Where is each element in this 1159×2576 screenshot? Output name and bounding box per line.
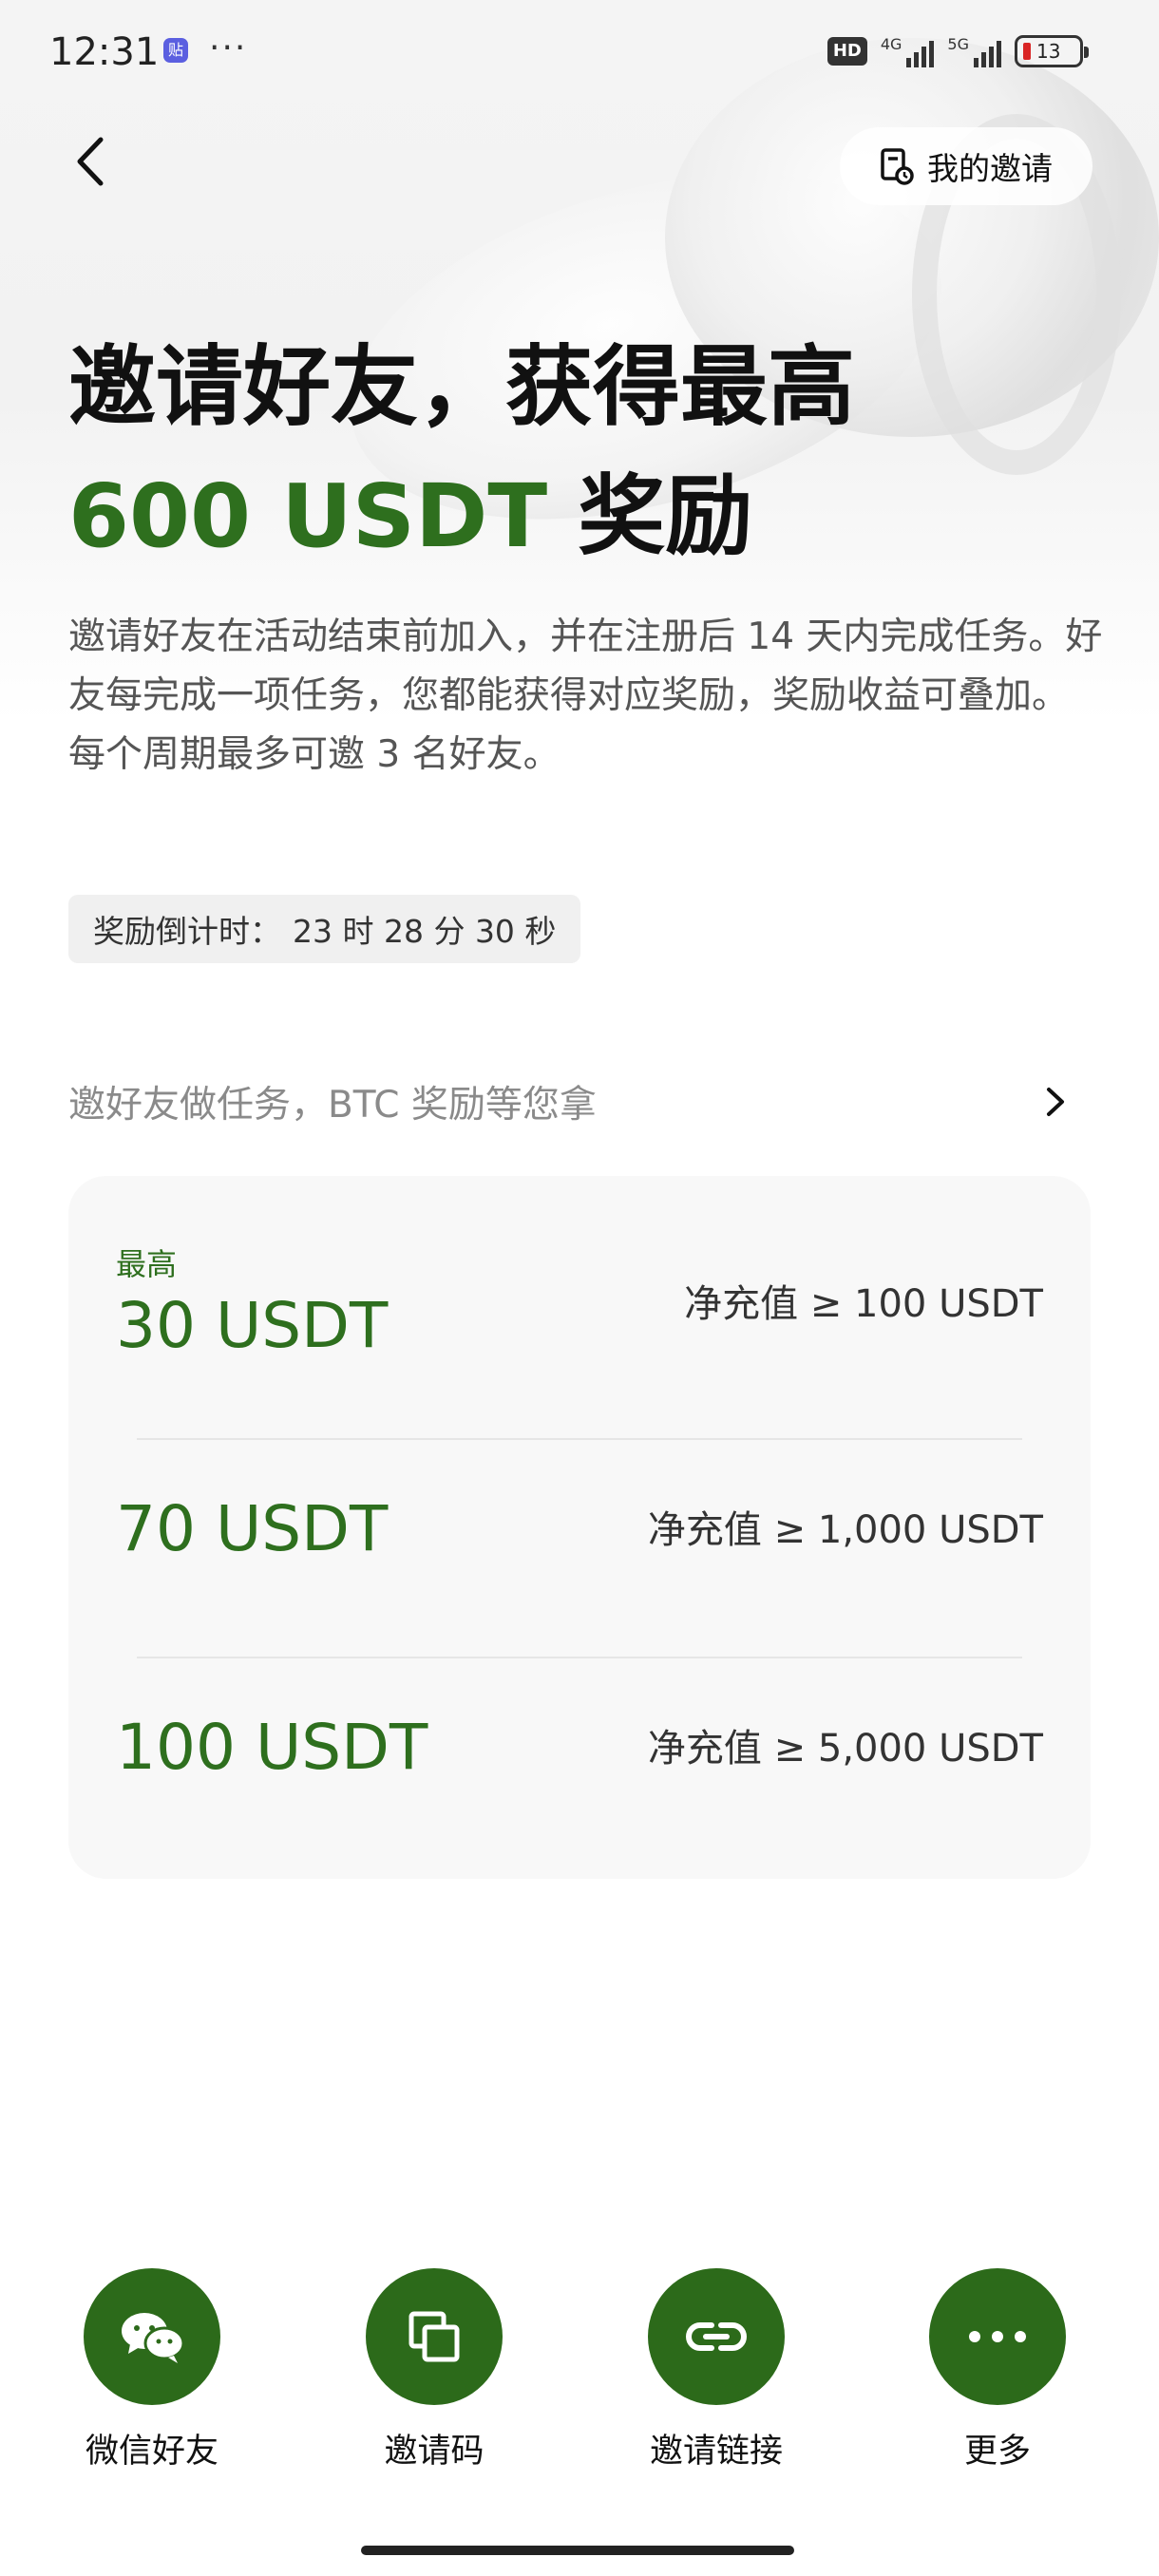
countdown-label: 奖励倒计时： xyxy=(93,913,281,950)
headline-reward-suffix: 奖励 xyxy=(547,465,753,567)
wechat-icon xyxy=(122,2313,185,2363)
link-icon xyxy=(686,2322,747,2351)
my-invitations-button[interactable]: 我的邀请 xyxy=(840,127,1092,205)
reward-tier-condition: 净充值 ≥ 1,000 USDT xyxy=(647,1508,1043,1552)
share-invite-code-button[interactable]: 邀请码 xyxy=(330,2268,539,2472)
status-time: 12:31 xyxy=(49,30,160,74)
description-paragraph: 邀请好友在活动结束前加入，并在注册后 14 天内完成任务。好友每完成一项任务，您… xyxy=(68,616,1103,717)
share-invite-link-button[interactable]: 邀请链接 xyxy=(612,2268,821,2472)
status-indicators: HD 4G 5G 13 xyxy=(826,32,1089,70)
share-more-button[interactable]: 更多 xyxy=(893,2268,1102,2472)
reward-tier-amount: 70 USDT xyxy=(116,1492,389,1565)
headline-line-1: 邀请好友，获得最高 xyxy=(68,336,856,438)
share-invite-code-label: 邀请码 xyxy=(384,2433,484,2471)
reward-tiers-card: 最高 30 USDT 净充值 ≥ 100 USDT 70 USDT 净充值 ≥ … xyxy=(68,1176,1091,1879)
headline-reward-amount: 600 USDT xyxy=(68,465,548,567)
headline-line-2: 600 USDT 奖励 xyxy=(68,452,1113,581)
battery-level: 13 xyxy=(1036,40,1061,63)
description-limit: 每个周期最多可邀 3 名好友。 xyxy=(68,733,560,776)
reward-tier-condition: 净充值 ≥ 100 USDT xyxy=(684,1282,1043,1326)
signal-5g-icon: 5G xyxy=(947,35,1001,67)
copy-icon xyxy=(408,2311,460,2362)
reward-tier: 最高 30 USDT 净充值 ≥ 100 USDT xyxy=(116,1241,1043,1364)
signal-4g-icon: 4G xyxy=(881,35,935,67)
more-notifications-icon: ··· xyxy=(209,28,248,67)
chevron-left-icon xyxy=(77,137,104,186)
app-notification-icon: 贴 xyxy=(163,38,188,63)
battery-icon: 13 xyxy=(1015,35,1089,67)
reward-tier: 100 USDT 净充值 ≥ 5,000 USDT xyxy=(116,1710,1043,1786)
share-wechat-button[interactable]: 微信好友 xyxy=(48,2268,256,2472)
more-icon xyxy=(969,2331,1026,2342)
task-link-label: 邀好友做任务，BTC 奖励等您拿 xyxy=(68,1084,597,1127)
invite-record-icon xyxy=(881,148,914,185)
back-button[interactable] xyxy=(66,133,114,190)
reward-tier-tag: 最高 xyxy=(116,1246,178,1282)
page-headline: 邀请好友，获得最高 600 USDT 奖励 xyxy=(68,323,1113,581)
hd-voice-icon: HD xyxy=(826,37,867,66)
reward-tier: 70 USDT 净充值 ≥ 1,000 USDT xyxy=(116,1491,1043,1567)
reward-tier-condition: 净充值 ≥ 5,000 USDT xyxy=(647,1727,1043,1771)
status-bar: 12:31 贴 ··· HD 4G 5G 13 xyxy=(0,0,1159,104)
reward-tier-amount: 30 USDT xyxy=(116,1289,389,1362)
task-reward-link[interactable]: 邀好友做任务，BTC 奖励等您拿 xyxy=(68,1064,1066,1140)
home-indicator[interactable] xyxy=(361,2546,794,2555)
my-invitations-label: 我的邀请 xyxy=(927,150,1053,187)
share-wechat-label: 微信好友 xyxy=(85,2433,218,2471)
divider xyxy=(137,1657,1022,1658)
reward-countdown: 奖励倒计时： 23 时 28 分 30 秒 xyxy=(68,895,581,963)
divider xyxy=(137,1438,1022,1440)
share-invite-link-label: 邀请链接 xyxy=(649,2433,783,2471)
chevron-right-icon xyxy=(1047,1088,1064,1116)
reward-tier-amount: 100 USDT xyxy=(116,1711,428,1784)
share-more-label: 更多 xyxy=(963,2433,1031,2471)
countdown-value: 23 时 28 分 30 秒 xyxy=(293,913,557,950)
description: 邀请好友在活动结束前加入，并在注册后 14 天内完成任务。好友每完成一项任务，您… xyxy=(68,608,1104,785)
